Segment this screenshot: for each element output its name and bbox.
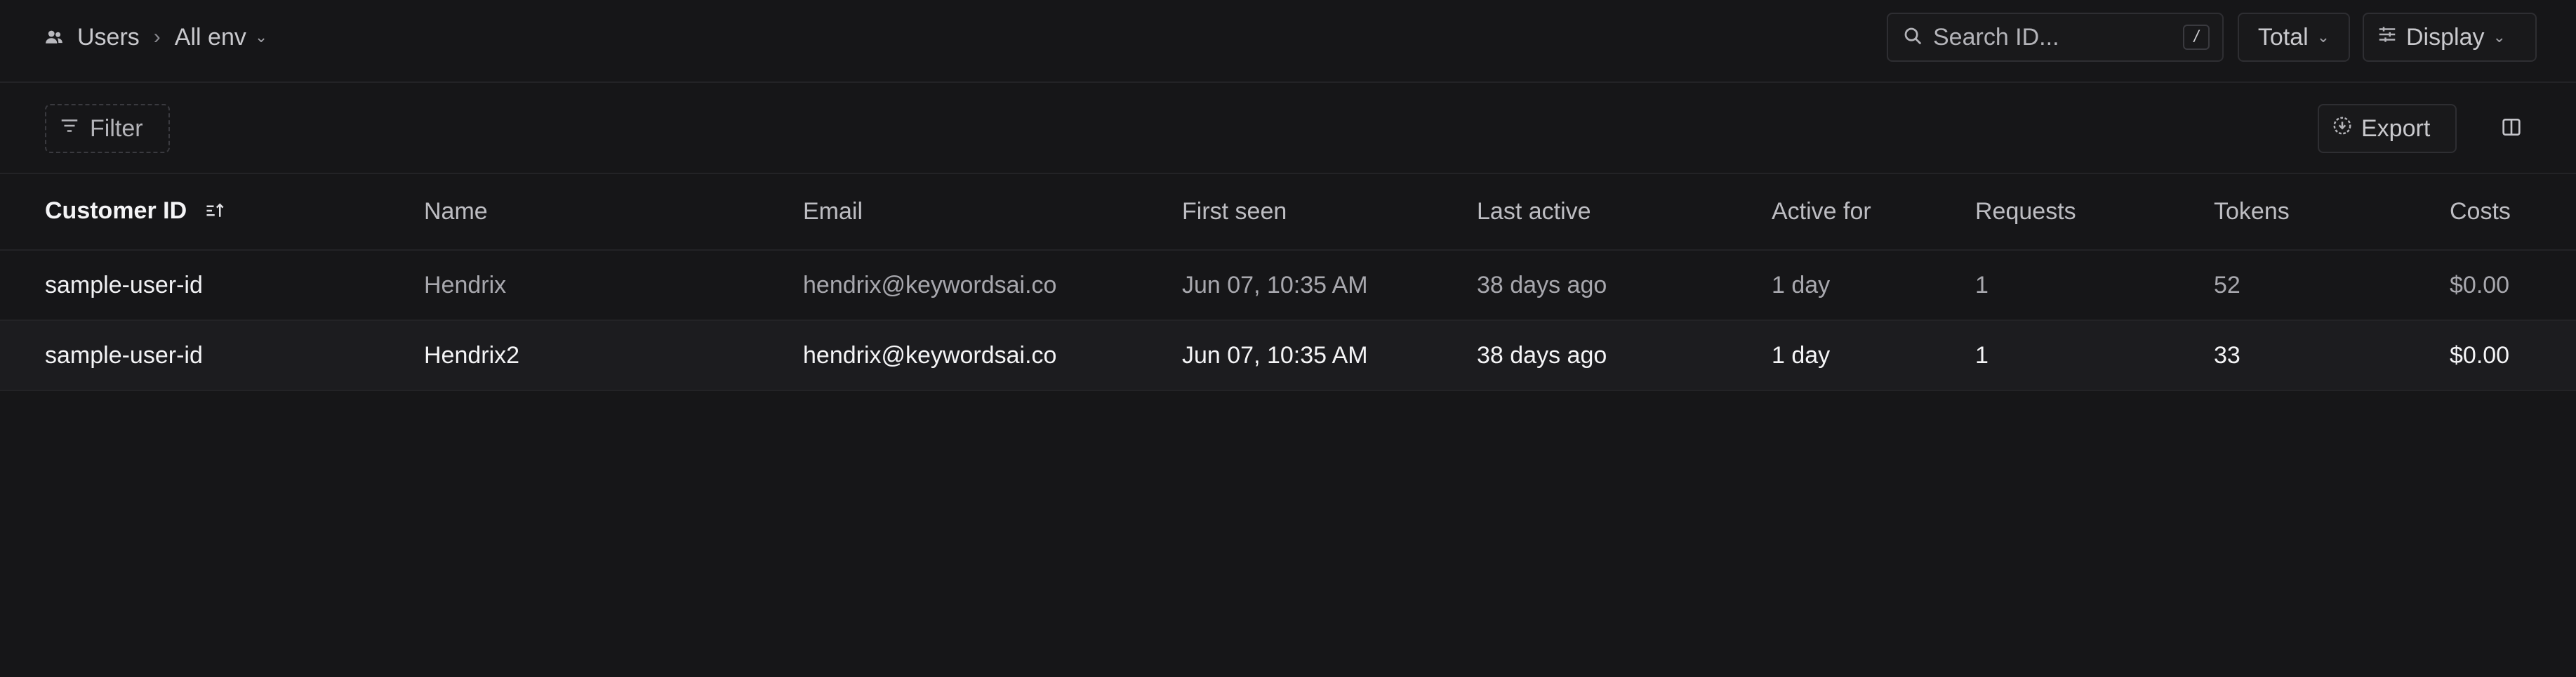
toolbar: Filter Export [0,83,2576,174]
column-header-last-active[interactable]: Last active [1477,174,1772,250]
display-label: Display [2406,23,2485,51]
search-placeholder: Search ID... [1933,23,2059,51]
column-header-requests[interactable]: Requests [1975,174,2214,250]
cell-active-for: 1 day [1772,271,1831,298]
search-icon [1902,25,1923,50]
split-view-icon [2500,116,2523,142]
filter-icon [59,115,80,143]
chevron-down-icon: ⌄ [2316,28,2330,46]
chevron-down-icon: ⌄ [2492,28,2506,46]
column-header-email[interactable]: Email [803,174,1182,250]
cell-requests: 1 [1975,341,1989,369]
sort-icon[interactable] [205,199,226,226]
cell-costs: $0.00 [2450,341,2510,369]
chevron-right-icon: › [153,25,161,48]
cell-customer-id: sample-user-id [45,271,203,298]
cell-first-seen: Jun 07, 10:35 AM [1182,271,1368,298]
table-row[interactable]: sample-user-id Hendrix hendrix@keywordsa… [0,250,2576,320]
column-header-costs[interactable]: Costs [2450,174,2576,250]
cell-customer-id: sample-user-id [45,341,203,369]
export-button[interactable]: Export [2318,104,2457,153]
cell-email: hendrix@keywordsai.co [803,341,1057,369]
cell-requests: 1 [1975,271,1989,298]
column-header-name[interactable]: Name [424,174,803,250]
search-shortcut-key: / [2183,25,2210,50]
display-button[interactable]: Display ⌄ [2363,13,2537,62]
export-icon [2332,115,2353,143]
cell-first-seen: Jun 07, 10:35 AM [1182,341,1368,369]
table-header-row: Customer ID Name Email First seen Last a… [0,174,2576,250]
cell-tokens: 33 [2214,341,2240,369]
column-header-active-for[interactable]: Active for [1772,174,1975,250]
column-header-tokens[interactable]: Tokens [2214,174,2450,250]
cell-last-active: 38 days ago [1477,271,1607,298]
environment-selector[interactable]: All env ⌄ [175,24,268,51]
metric-select[interactable]: Total ⌄ [2238,13,2350,62]
table-row[interactable]: sample-user-id Hendrix2 hendrix@keywords… [0,320,2576,390]
breadcrumb-users[interactable]: Users [77,24,140,51]
filter-label: Filter [90,114,143,142]
breadcrumb: Users › All env ⌄ [44,21,267,53]
chevron-down-icon: ⌄ [254,28,268,46]
cell-costs: $0.00 [2450,271,2510,298]
cell-tokens: 52 [2214,271,2240,298]
cell-last-active: 38 days ago [1477,341,1607,369]
column-header-customer-id[interactable]: Customer ID [0,174,424,250]
filter-button[interactable]: Filter [45,104,170,153]
top-bar: Users › All env ⌄ Search ID... / Total ⌄ [0,0,2576,83]
environment-label: All env [174,23,246,51]
cell-name: Hendrix2 [424,341,520,369]
split-view-button[interactable] [2489,108,2534,149]
users-icon [44,25,67,49]
cell-active-for: 1 day [1772,341,1831,369]
sliders-icon [2377,24,2398,51]
column-header-first-seen[interactable]: First seen [1182,174,1477,250]
column-label: Customer ID [45,197,187,225]
export-label: Export [2361,114,2431,142]
users-table: Customer ID Name Email First seen Last a… [0,174,2576,391]
cell-name: Hendrix [424,271,507,298]
metric-select-label: Total [2257,23,2309,51]
search-input[interactable]: Search ID... / [1887,13,2224,62]
cell-email: hendrix@keywordsai.co [803,271,1057,298]
